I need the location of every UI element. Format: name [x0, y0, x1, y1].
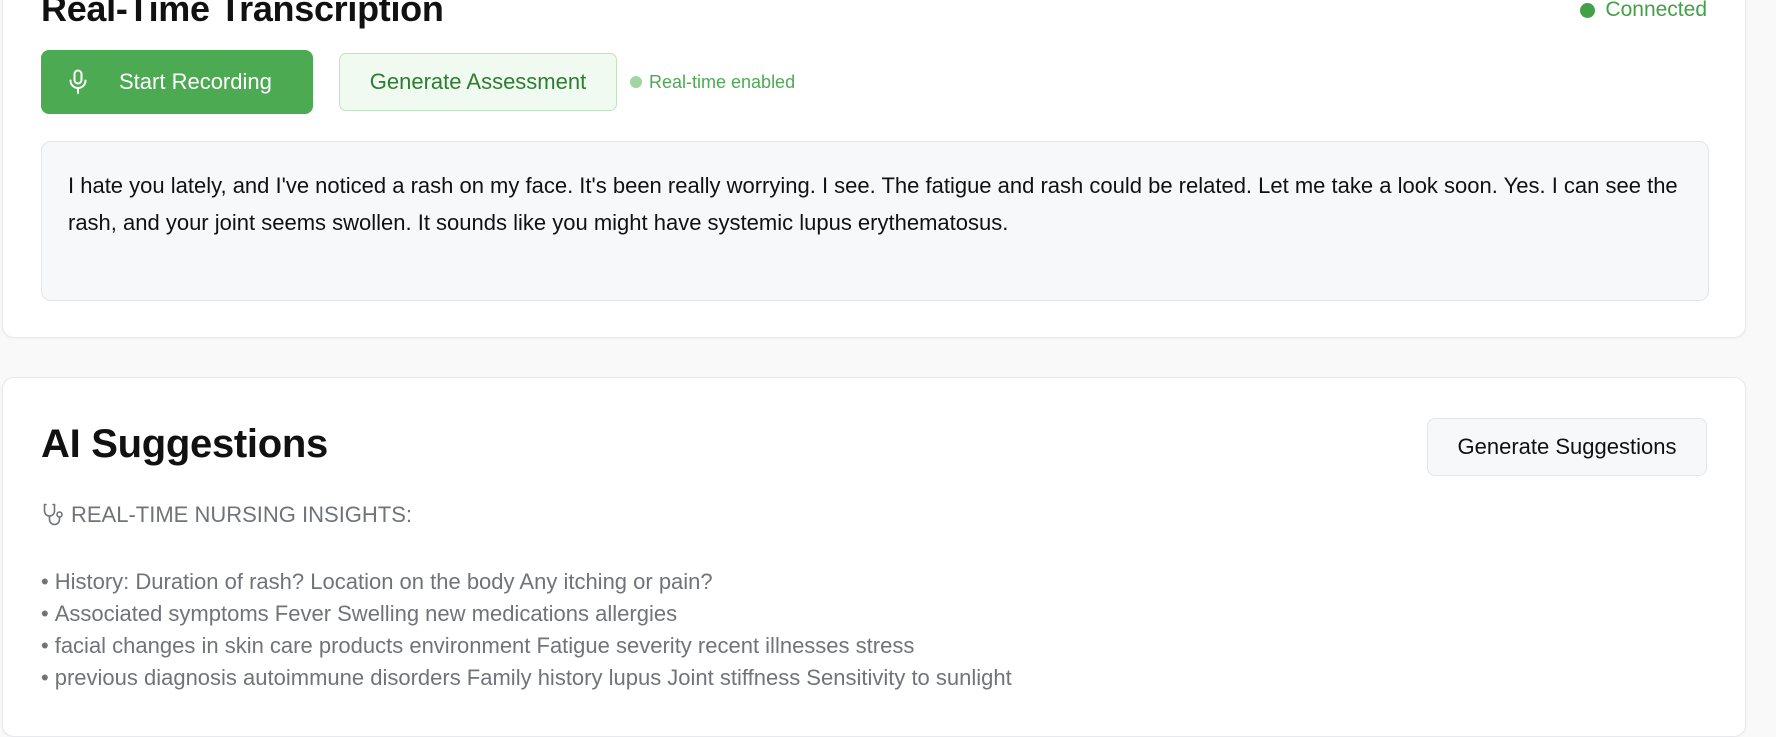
insight-item: History: Duration of rash? Location on t… [41, 566, 1012, 598]
stethoscope-icon [43, 503, 63, 526]
microphone-icon [69, 69, 87, 94]
start-recording-label: Start Recording [119, 69, 272, 94]
generate-assessment-button[interactable]: Generate Assessment [339, 53, 617, 111]
insights-list: History: Duration of rash? Location on t… [41, 566, 1012, 694]
realtime-badge: Real-time enabled [630, 72, 795, 93]
recording-controls: Start Recording Generate Assessment Real… [41, 50, 795, 114]
status-dot-icon [1580, 2, 1596, 18]
transcription-card: Real-Time Transcription Connected Start … [2, 0, 1746, 338]
transcript-text[interactable]: I hate you lately, and I've noticed a ra… [41, 141, 1709, 301]
insight-item: previous diagnosis autoimmune disorders … [41, 662, 1012, 694]
transcription-title: Real-Time Transcription [41, 0, 444, 29]
insight-item: facial changes in skin care products env… [41, 630, 1012, 662]
start-recording-button[interactable]: Start Recording [41, 50, 313, 114]
connection-status: Connected [1580, 0, 1707, 22]
suggestions-card: AI Suggestions Generate Suggestions REAL… [2, 377, 1746, 737]
insights-heading: REAL-TIME NURSING INSIGHTS: [41, 502, 412, 528]
insight-item: Associated symptoms Fever Swelling new m… [41, 598, 1012, 630]
realtime-badge-label: Real-time enabled [649, 71, 796, 92]
realtime-dot-icon [630, 76, 642, 88]
generate-suggestions-button[interactable]: Generate Suggestions [1427, 418, 1707, 476]
insights-heading-label: REAL-TIME NURSING INSIGHTS: [71, 502, 413, 527]
connection-status-label: Connected [1605, 0, 1707, 21]
suggestions-title: AI Suggestions [41, 422, 328, 466]
